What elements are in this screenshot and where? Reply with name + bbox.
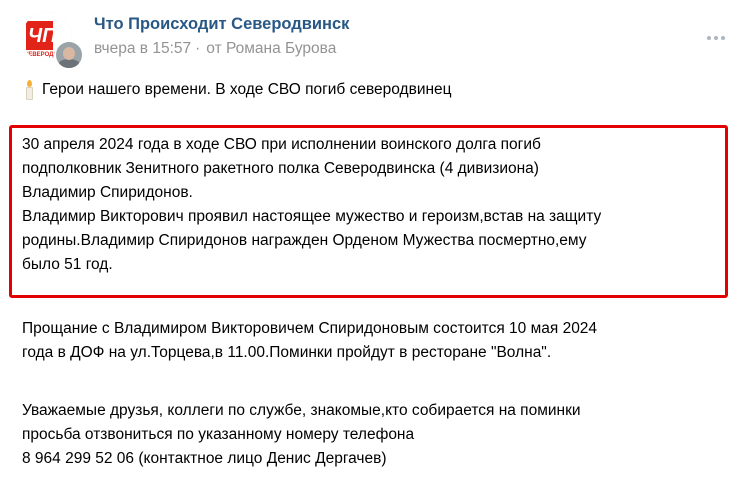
contact-paragraph: Уважаемые друзья, коллеги по службе, зна…	[22, 399, 722, 471]
text-line: 30 апреля 2024 года в ходе СВО при испол…	[22, 136, 541, 153]
group-name-link[interactable]: Что Происходит Северодвинск	[94, 15, 349, 34]
post-time-link[interactable]: вчера в 15:57	[94, 40, 191, 57]
post-header: ЧП СЕВЕРОДВ Что Происходит Северодвинск …	[0, 0, 740, 72]
text-line: было 51 год.	[22, 256, 113, 273]
highlighted-paragraph: 30 апреля 2024 года в ходе СВО при испол…	[22, 133, 722, 277]
text-line: просьба отзвониться по указанному номеру…	[22, 426, 415, 443]
meta-separator: ·	[195, 40, 201, 57]
text-line: Уважаемые друзья, коллеги по службе, зна…	[22, 402, 581, 419]
text-line: Прощание с Владимиром Викторовичем Спири…	[22, 320, 598, 337]
logo-letters: ЧП	[28, 25, 57, 47]
more-options-button[interactable]	[700, 28, 732, 48]
more-dots-icon	[707, 36, 711, 40]
text-line: подполковник Зенитного ракетного полка С…	[22, 160, 539, 177]
post-author-link[interactable]: от Романа Бурова	[206, 40, 336, 57]
candle-icon	[24, 80, 36, 100]
text-line: родины.Владимир Спиридонов награжден Орд…	[22, 232, 587, 249]
farewell-paragraph: Прощание с Владимиром Викторовичем Спири…	[22, 317, 722, 365]
post-meta: вчера в 15:57 · от Романа Бурова	[94, 40, 336, 58]
post-title: Герои нашего времени. В ходе СВО погиб с…	[42, 81, 452, 98]
text-line: года в ДОФ на ул.Торцева,в 11.00.Поминки…	[22, 344, 552, 361]
text-line: Владимир Спиридонов.	[22, 184, 193, 201]
author-avatar[interactable]	[54, 40, 84, 70]
text-line: Владимир Викторович проявил настоящее му…	[22, 208, 602, 225]
post-title-row: Герои нашего времени. В ходе СВО погиб с…	[22, 78, 722, 102]
phone-line: 8 964 299 52 06 (контактное лицо Денис Д…	[22, 450, 387, 467]
